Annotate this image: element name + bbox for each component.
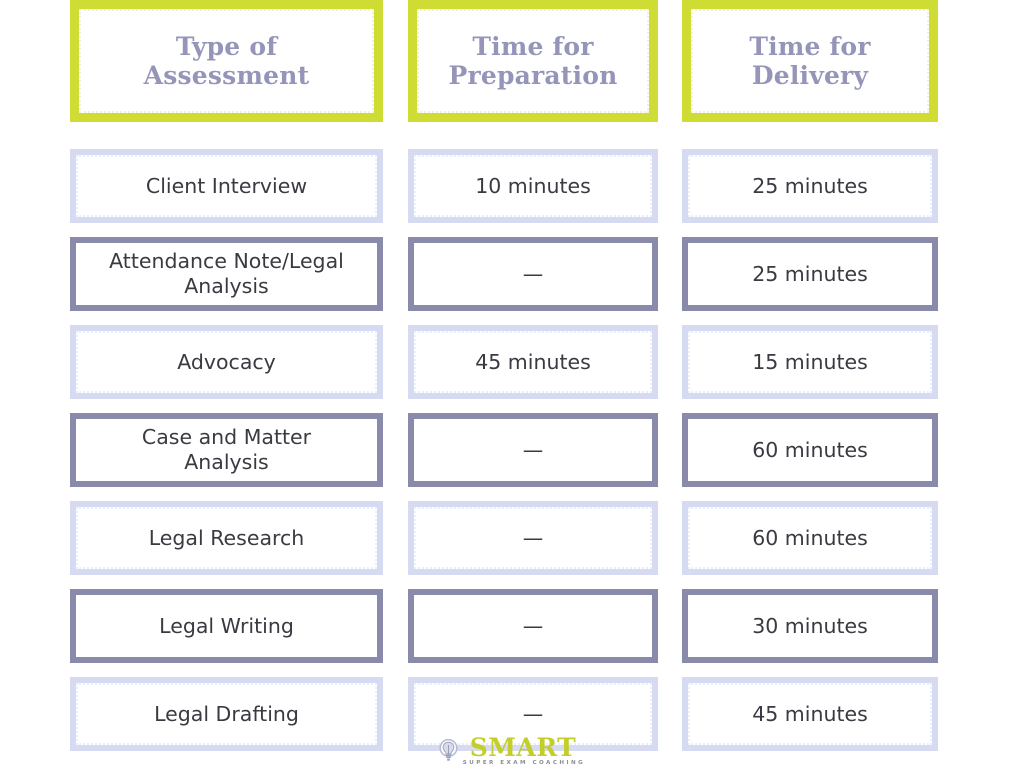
cell-inner: 25 minutes bbox=[688, 155, 932, 217]
logo-text-block: SMART SUPER EXAM COACHING bbox=[461, 733, 586, 767]
cell-assessment-label: Advocacy bbox=[177, 349, 276, 374]
cell-delivery-label: 30 minutes bbox=[752, 613, 868, 638]
cell-preparation-label: — bbox=[522, 613, 544, 638]
cell-inner: 25 minutes bbox=[688, 243, 932, 305]
header-cell-inner: Time for Delivery bbox=[691, 9, 929, 113]
cell-inner: Case and Matter Analysis bbox=[76, 419, 377, 481]
cell-inner: 30 minutes bbox=[688, 595, 932, 657]
table-body: Client Interview 10 minutes 25 minutes Atte… bbox=[70, 149, 938, 751]
table-row: Attendance Note/Legal Analysis — 25 minutes bbox=[70, 237, 938, 311]
table-row: Legal Writing — 30 minutes bbox=[70, 589, 938, 663]
cell-inner: 60 minutes bbox=[688, 507, 932, 569]
cell-preparation: 45 minutes bbox=[408, 325, 658, 399]
cell-inner: 45 minutes bbox=[414, 331, 652, 393]
cell-preparation-label: 10 minutes bbox=[475, 173, 591, 198]
cell-delivery-label: 45 minutes bbox=[752, 701, 868, 726]
header-cell-time-for-preparation: Time for Preparation bbox=[408, 0, 658, 122]
cell-preparation-label: — bbox=[522, 525, 544, 550]
cell-inner: Legal Research bbox=[76, 507, 377, 569]
cell-delivery: 15 minutes bbox=[682, 325, 938, 399]
cell-delivery-label: 60 minutes bbox=[752, 437, 868, 462]
cell-preparation-label: — bbox=[522, 261, 544, 286]
cell-delivery-label: 25 minutes bbox=[752, 173, 868, 198]
logo-tagline: SUPER EXAM COACHING bbox=[462, 760, 586, 766]
cell-assessment-label: Attendance Note/Legal Analysis bbox=[109, 249, 344, 298]
cell-delivery-label: 15 minutes bbox=[752, 349, 868, 374]
lightbulb-icon bbox=[439, 738, 458, 761]
cell-delivery-label: 25 minutes bbox=[752, 261, 868, 286]
cell-inner: 15 minutes bbox=[688, 331, 932, 393]
cell-assessment-label: Legal Writing bbox=[159, 613, 294, 638]
cell-preparation: — bbox=[408, 237, 658, 311]
header-cell-type-of-assessment: Type of Assessment bbox=[70, 0, 383, 122]
cell-delivery: 60 minutes bbox=[682, 501, 938, 575]
table-row: Client Interview 10 minutes 25 minutes bbox=[70, 149, 938, 223]
cell-preparation: 10 minutes bbox=[408, 149, 658, 223]
cell-delivery: 25 minutes bbox=[682, 237, 938, 311]
cell-preparation-label: — bbox=[522, 437, 544, 462]
header-label-type-of-assessment: Type of Assessment bbox=[143, 31, 310, 91]
cell-inner: — bbox=[414, 507, 652, 569]
header-cell-inner: Time for Preparation bbox=[417, 9, 649, 113]
cell-preparation: — bbox=[408, 413, 658, 487]
cell-delivery: 25 minutes bbox=[682, 149, 938, 223]
cell-assessment-label: Legal Drafting bbox=[154, 701, 299, 726]
table-header-row: Type of Assessment Time for Preparation Ti… bbox=[70, 0, 938, 122]
cell-assessment: Attendance Note/Legal Analysis bbox=[70, 237, 383, 311]
cell-assessment: Case and Matter Analysis bbox=[70, 413, 383, 487]
cell-assessment-label: Legal Research bbox=[148, 525, 305, 550]
cell-assessment: Legal Writing bbox=[70, 589, 383, 663]
cell-inner: — bbox=[414, 419, 652, 481]
cell-inner: Client Interview bbox=[76, 155, 377, 217]
header-cell-inner: Type of Assessment bbox=[79, 9, 374, 113]
cell-assessment-label: Case and Matter Analysis bbox=[141, 425, 312, 474]
smart-logo: SMART SUPER EXAM COACHING bbox=[0, 733, 1024, 767]
cell-preparation: — bbox=[408, 501, 658, 575]
header-cell-time-for-delivery: Time for Delivery bbox=[682, 0, 938, 122]
header-label-time-for-delivery: Time for Delivery bbox=[749, 31, 871, 91]
cell-inner: Legal Writing bbox=[76, 595, 377, 657]
cell-preparation: — bbox=[408, 589, 658, 663]
cell-inner: 60 minutes bbox=[688, 419, 932, 481]
cell-inner: 10 minutes bbox=[414, 155, 652, 217]
cell-inner: Advocacy bbox=[76, 331, 377, 393]
cell-preparation-label: — bbox=[522, 701, 544, 726]
cell-preparation-label: 45 minutes bbox=[475, 349, 591, 374]
table-row: Legal Research — 60 minutes bbox=[70, 501, 938, 575]
assessment-timings-table: Type of Assessment Time for Preparation Ti… bbox=[70, 0, 938, 765]
cell-delivery-label: 60 minutes bbox=[752, 525, 868, 550]
cell-assessment: Client Interview bbox=[70, 149, 383, 223]
cell-assessment: Legal Research bbox=[70, 501, 383, 575]
cell-assessment: Advocacy bbox=[70, 325, 383, 399]
cell-inner: Attendance Note/Legal Analysis bbox=[76, 243, 377, 305]
cell-delivery: 60 minutes bbox=[682, 413, 938, 487]
header-label-time-for-preparation: Time for Preparation bbox=[448, 31, 618, 91]
cell-delivery: 30 minutes bbox=[682, 589, 938, 663]
cell-inner: — bbox=[414, 243, 652, 305]
logo-wordmark: SMART bbox=[469, 733, 577, 762]
cell-inner: — bbox=[414, 595, 652, 657]
cell-assessment-label: Client Interview bbox=[145, 173, 308, 198]
table-row: Case and Matter Analysis — 60 minutes bbox=[70, 413, 938, 487]
table-row: Advocacy 45 minutes 15 minutes bbox=[70, 325, 938, 399]
